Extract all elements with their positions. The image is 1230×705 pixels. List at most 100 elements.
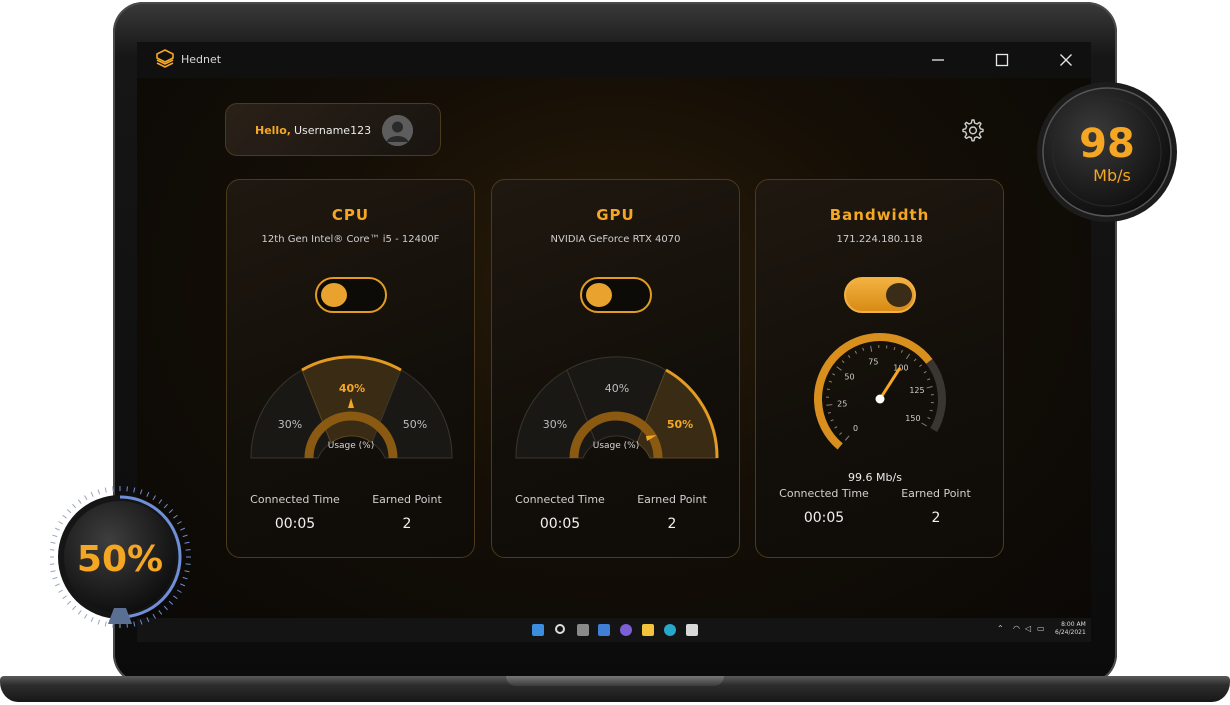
- cpu-toggle[interactable]: [315, 277, 387, 313]
- close-button[interactable]: [1043, 42, 1089, 78]
- search-icon[interactable]: [555, 624, 565, 634]
- bandwidth-card: Bandwidth 171.224.180.118 0 25 50 75 100 125 1…: [755, 179, 1004, 558]
- taskbar-clock[interactable]: 8:00 AM 6/24/2021: [1055, 621, 1086, 637]
- earned-point-value: 2: [931, 510, 941, 526]
- wifi-icon[interactable]: ◠: [1013, 624, 1020, 633]
- maximize-button[interactable]: [979, 42, 1025, 78]
- speedometer-needle: [878, 367, 901, 401]
- percent-ring-tick: [62, 514, 67, 519]
- percent-ring-tick: [185, 563, 191, 565]
- speedometer-tick: [839, 432, 843, 436]
- percent-ring-tick: [58, 589, 64, 593]
- speedometer-tick: [893, 346, 896, 351]
- percent-ring-tick: [168, 509, 174, 514]
- percent-ring-tick: [54, 583, 60, 587]
- percent-ring-tick: [185, 549, 191, 551]
- gauge-segment-label: 30%: [543, 418, 567, 431]
- earned-point-value: 2: [667, 516, 677, 532]
- speedometer-tick: [847, 355, 851, 359]
- speedometer-tick: [862, 347, 865, 351]
- percent-ring-tick: [168, 600, 174, 605]
- gauge-segment-label: 50%: [667, 418, 693, 431]
- connected-time-label: Connected Time: [250, 493, 340, 506]
- speedometer-tick: [832, 373, 836, 376]
- maximize-icon: [995, 53, 1009, 67]
- speedometer-tick-label: 100: [893, 363, 908, 372]
- percent-ring-tick: [50, 570, 56, 573]
- percent-ring-tick: [54, 527, 60, 531]
- hednet-logo-icon: [156, 49, 174, 68]
- percent-ring-tick: [133, 487, 136, 493]
- task-view-icon[interactable]: [577, 624, 589, 636]
- percent-ring-tick: [180, 583, 186, 587]
- speedometer-tick: [926, 386, 933, 389]
- speedometer-tick: [921, 422, 928, 427]
- connected-time-label: Connected Time: [515, 493, 605, 506]
- cpu-usage-gauge: 30% 40% 50% Usage (%): [250, 355, 453, 459]
- gauge-segment-label: 40%: [605, 382, 629, 395]
- card-title: CPU: [331, 206, 370, 224]
- file-explorer-icon[interactable]: [642, 624, 654, 636]
- earned-point-label: Earned Point: [901, 487, 971, 500]
- speedometer-tick: [826, 388, 830, 391]
- percent-ring-tick: [66, 509, 72, 514]
- edge-browser-icon[interactable]: [664, 624, 676, 636]
- speedometer-tick: [923, 371, 927, 374]
- percent-badge: 50%: [50, 486, 191, 628]
- gauge-label: Usage (%): [593, 441, 639, 451]
- speed-badge-unit: Mb/s: [1093, 166, 1131, 185]
- speedometer-tick-label: 150: [905, 414, 920, 423]
- percent-ring-tick: [58, 521, 64, 525]
- percent-ring-tick: [104, 487, 107, 493]
- speedometer-tick: [841, 360, 845, 364]
- clock-date: 6/24/2021: [1055, 629, 1086, 636]
- chat-icon[interactable]: [620, 624, 632, 636]
- title-bar: Hednet: [137, 42, 1091, 78]
- volume-icon[interactable]: ◁: [1025, 624, 1031, 633]
- gpu-toggle[interactable]: [580, 277, 652, 313]
- connected-time-label: Connected Time: [779, 487, 869, 500]
- cpu-model: 12th Gen Intel® Core™ i5 - 12400F: [261, 234, 440, 245]
- percent-ring-tick: [182, 534, 188, 538]
- clock-time: 8:00 AM: [1061, 621, 1086, 628]
- store-icon[interactable]: [686, 624, 698, 636]
- laptop-notch: [506, 676, 724, 686]
- tray-chevron-icon[interactable]: ⌃: [997, 624, 1004, 633]
- percent-ring-tick: [139, 619, 143, 625]
- battery-icon[interactable]: ▭: [1037, 624, 1045, 633]
- percent-ring-tick: [62, 595, 67, 600]
- speedometer-tick: [834, 426, 838, 429]
- gauge-segment-label: 40%: [339, 382, 365, 395]
- percent-ring-tick: [50, 549, 55, 551]
- speedometer-tick: [854, 350, 858, 354]
- avatar-icon[interactable]: [382, 115, 413, 146]
- percent-ring-tick: [84, 495, 88, 501]
- user-greeting[interactable]: Hello, Username123: [225, 103, 441, 156]
- speedometer-tick: [828, 380, 833, 383]
- gauge-segment-label: 50%: [403, 418, 427, 431]
- speedometer-tick-label: 0: [853, 424, 858, 433]
- percent-ring-tick: [184, 570, 190, 573]
- widgets-icon[interactable]: [598, 624, 610, 636]
- settings-gear-icon[interactable]: [959, 117, 985, 143]
- percent-ring-tick: [173, 514, 178, 519]
- bandwidth-toggle[interactable]: [844, 277, 916, 313]
- gauge-segment-label: 30%: [278, 418, 302, 431]
- card-title: GPU: [596, 206, 635, 224]
- percent-ring-tick: [152, 495, 156, 501]
- percent-ring-tick: [97, 489, 101, 495]
- toggle-knob: [321, 283, 347, 307]
- percent-ring-tick: [84, 613, 88, 619]
- speedometer-tick: [827, 412, 831, 414]
- speedometer-tick: [826, 404, 833, 406]
- bandwidth-speedometer: 0 25 50 75 100 125 150 99.6 Mb/s: [814, 333, 946, 484]
- percent-ring-tick: [72, 503, 77, 509]
- percent-ring-tick: [163, 503, 168, 509]
- percent-ring-tick: [176, 521, 182, 525]
- speedometer-tick: [870, 345, 873, 352]
- speed-badge-value: 98: [1079, 121, 1135, 167]
- speed-badge: 98 Mb/s: [1037, 82, 1177, 222]
- gpu-card: GPU NVIDIA GeForce RTX 4070 30% 40% 50% …: [491, 179, 740, 558]
- minimize-button[interactable]: [915, 42, 961, 78]
- windows-start-icon[interactable]: [532, 624, 544, 636]
